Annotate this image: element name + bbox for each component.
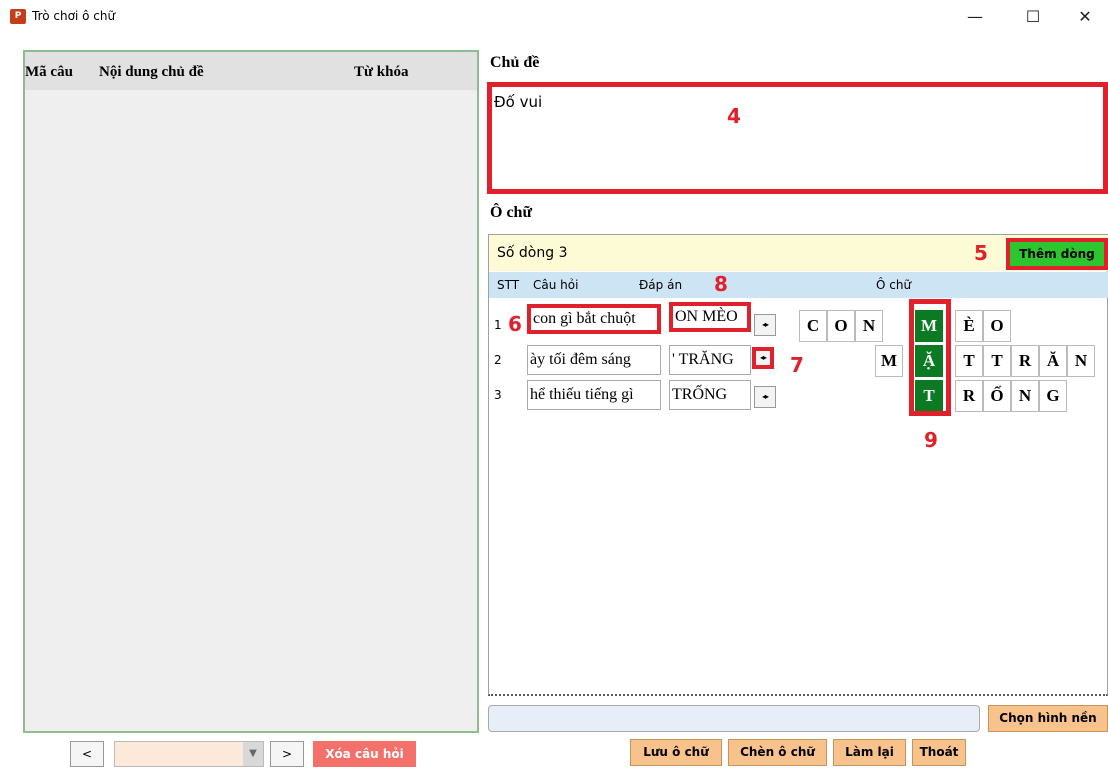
background-path-input[interactable]: [488, 705, 980, 732]
next-button[interactable]: >: [270, 741, 304, 767]
answer-input[interactable]: TRỐNG: [669, 380, 751, 410]
row-count: Số dòng 3: [497, 245, 568, 261]
row-number: 3: [494, 388, 502, 402]
shift-arrows-icon[interactable]: ◂▸: [754, 386, 776, 408]
header-answer: Đáp án: [639, 278, 683, 292]
column-header-code[interactable]: Mã câu: [25, 64, 73, 81]
question-select[interactable]: ▼: [114, 741, 264, 767]
annotation-6: 6: [508, 312, 522, 336]
column-header-keyword[interactable]: Từ khóa: [354, 64, 408, 81]
header-crossword: Ô chữ: [876, 278, 912, 292]
letter-cell: G: [1039, 380, 1067, 412]
row-number: 2: [494, 353, 502, 367]
insert-crossword-button[interactable]: Chèn ô chữ: [728, 739, 827, 766]
grid-header: STT Câu hỏi Đáp án Ô chữ: [489, 272, 1108, 298]
letter-cell: O: [827, 310, 855, 342]
letter-cell: Ố: [983, 380, 1011, 412]
row-number: 1: [494, 318, 502, 332]
letter-cell: È: [955, 310, 983, 342]
delete-question-button[interactable]: Xóa câu hỏi: [313, 741, 416, 767]
question-input[interactable]: con gì bắt chuột: [527, 304, 661, 334]
question-list[interactable]: Mã câu Nội dung chủ đề Từ khóa: [23, 50, 479, 733]
letter-cell: T: [955, 345, 983, 377]
exit-button[interactable]: Thoát: [912, 739, 966, 766]
maximize-button[interactable]: ☐: [1010, 0, 1056, 34]
letter-cell: N: [855, 310, 883, 342]
letter-cell: M: [875, 345, 903, 377]
question-input[interactable]: ày tối đêm sáng: [527, 345, 661, 375]
choose-background-button[interactable]: Chọn hình nền: [988, 705, 1108, 732]
annotation-9: 9: [924, 428, 938, 452]
window-title: Trò chơi ô chữ: [32, 9, 116, 23]
shift-arrows-icon[interactable]: ◂▸: [752, 347, 774, 369]
letter-cell: R: [1011, 345, 1039, 377]
topic-label: Chủ đề: [490, 54, 540, 71]
reset-button[interactable]: Làm lại: [833, 739, 906, 766]
key-column-highlight: [909, 299, 951, 416]
shift-arrows-icon[interactable]: ◂▸: [754, 314, 776, 336]
title-bar: [0, 0, 1108, 34]
letter-cell: T: [983, 345, 1011, 377]
header-question: Câu hỏi: [533, 278, 579, 292]
answer-input[interactable]: ON MÈO: [669, 302, 751, 332]
letter-cell: R: [955, 380, 983, 412]
minimize-button[interactable]: —: [952, 0, 998, 34]
letter-cell: N: [1011, 380, 1039, 412]
annotation-8: 7: [790, 353, 804, 377]
annotation-7: 8: [714, 272, 728, 296]
add-row-button[interactable]: Thêm dòng: [1006, 238, 1108, 270]
question-input[interactable]: hể thiếu tiếng gì: [527, 380, 661, 410]
letter-cell: C: [799, 310, 827, 342]
topic-value: Đố vui: [494, 93, 543, 111]
chevron-down-icon[interactable]: ▼: [243, 742, 263, 766]
annotation-4: 4: [727, 104, 741, 128]
prev-button[interactable]: <: [70, 741, 104, 767]
column-header-topic[interactable]: Nội dung chủ đề: [99, 64, 204, 81]
powerpoint-icon: P: [10, 9, 26, 24]
letter-cell: Ă: [1039, 345, 1067, 377]
save-crossword-button[interactable]: Lưu ô chữ: [630, 739, 722, 766]
crossword-label: Ô chữ: [490, 204, 533, 221]
close-button[interactable]: ✕: [1062, 0, 1108, 34]
answer-input[interactable]: ' TRĂNG: [669, 345, 751, 375]
topic-textarea[interactable]: [487, 82, 1108, 194]
annotation-5: 5: [974, 241, 988, 265]
header-stt: STT: [497, 278, 520, 292]
question-list-header: Mã câu Nội dung chủ đề Từ khóa: [25, 52, 477, 90]
letter-cell: O: [983, 310, 1011, 342]
letter-cell: N: [1067, 345, 1095, 377]
